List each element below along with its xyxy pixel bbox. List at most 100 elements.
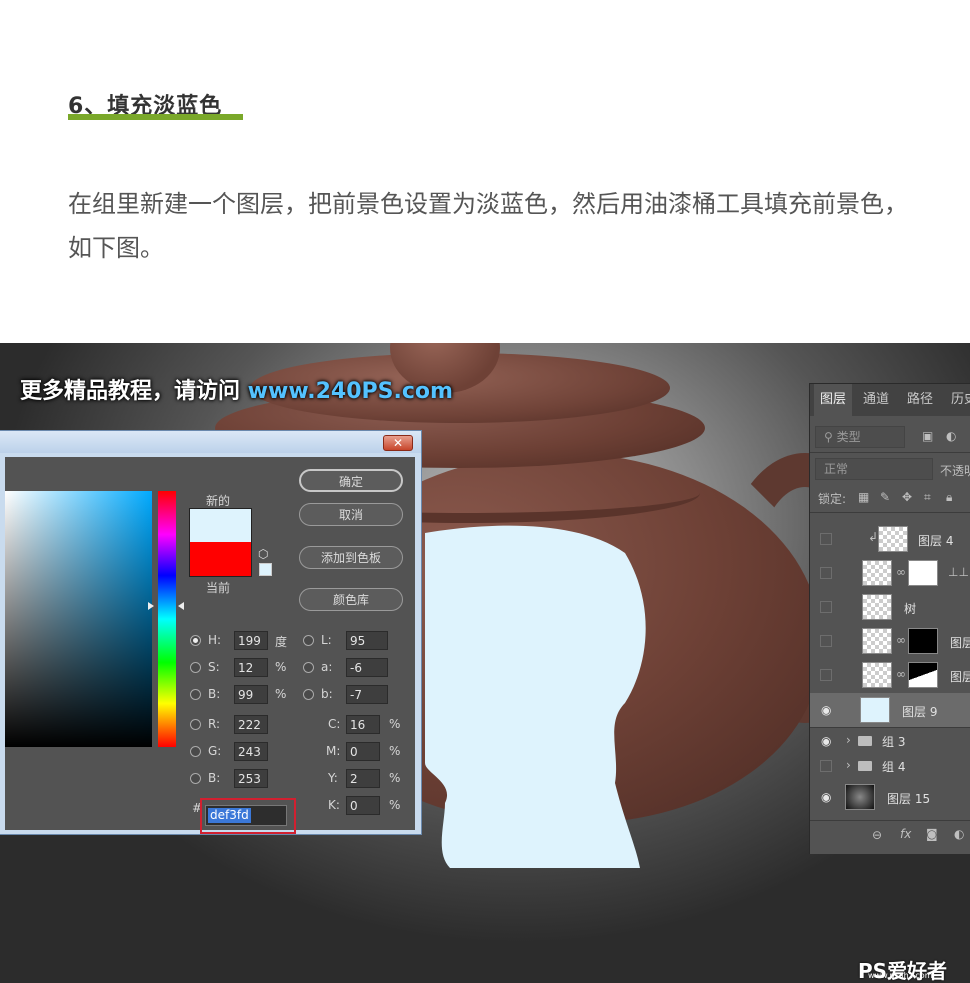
cyan-label: C: — [328, 717, 341, 731]
visibility-toggle[interactable] — [820, 760, 832, 772]
layer-mask-thumbnail — [908, 662, 938, 688]
lock-brush-icon[interactable]: ✎ — [880, 490, 890, 504]
websafe-cube-icon[interactable]: ⬡ — [258, 547, 268, 561]
adjustment-layer-icon[interactable]: ◐ — [954, 827, 964, 841]
visibility-toggle[interactable] — [820, 533, 832, 545]
layer-row[interactable]: ∞ ⊥⊥ — [810, 556, 970, 590]
divider — [810, 820, 970, 821]
chain-link-icon[interactable]: ∞ — [896, 565, 906, 579]
lab-l-input[interactable]: 95 — [346, 631, 388, 650]
close-icon[interactable]: ✕ — [383, 435, 413, 451]
lock-artboard-icon[interactable]: ⌗ — [924, 490, 931, 505]
new-color-label: 新的 — [206, 494, 231, 508]
tab-channels[interactable]: 通道 — [863, 384, 889, 416]
magenta-input[interactable]: 0 — [346, 742, 380, 761]
hex-value[interactable]: def3fd — [208, 808, 251, 823]
chevron-right-icon[interactable]: › — [846, 733, 851, 747]
eye-icon[interactable]: ◉ — [821, 735, 835, 747]
green-radio[interactable] — [190, 746, 201, 757]
opacity-label: 不透明 — [940, 464, 970, 478]
lab-a-radio[interactable] — [303, 662, 314, 673]
layer-row[interactable]: ↲ 图层 4 — [810, 522, 970, 556]
layer-thumbnail — [862, 594, 892, 620]
banner-url[interactable]: www.240PS.com — [248, 379, 453, 404]
yellow-input[interactable]: 2 — [346, 769, 380, 788]
lab-a-input[interactable]: -6 — [346, 658, 388, 677]
link-layers-icon[interactable]: ⊖ — [872, 828, 882, 842]
layer-row-selected[interactable]: ◉ 图层 9 — [810, 693, 970, 727]
brightness-radio[interactable] — [190, 689, 201, 700]
saturation-radio[interactable] — [190, 662, 201, 673]
add-mask-icon[interactable]: ◙ — [926, 827, 938, 841]
add-to-swatches-button[interactable]: 添加到色板 — [299, 546, 403, 569]
chain-link-icon[interactable]: ∞ — [896, 667, 906, 681]
lock-position-icon[interactable]: ✥ — [902, 490, 912, 504]
layer-name[interactable]: 图层 4 — [918, 532, 953, 549]
chain-link-icon[interactable]: ∞ — [896, 633, 906, 647]
layer-name[interactable]: 图层 9 — [902, 703, 937, 720]
color-field[interactable] — [5, 491, 152, 747]
visibility-toggle[interactable] — [820, 669, 832, 681]
layer-name[interactable]: 图层 — [950, 668, 970, 685]
blend-mode-select[interactable]: 正常 — [815, 458, 933, 480]
dialog-titlebar[interactable]: ✕ — [0, 431, 421, 453]
cancel-button[interactable]: 取消 — [299, 503, 403, 526]
lock-all-icon[interactable]: 🔒︎ — [946, 490, 952, 505]
eye-icon[interactable]: ◉ — [821, 704, 835, 716]
layer-mask-thumbnail — [908, 628, 938, 654]
red-radio[interactable] — [190, 719, 201, 730]
lab-b-input[interactable]: -7 — [346, 685, 388, 704]
current-color-swatch[interactable] — [189, 542, 252, 577]
layer-name[interactable]: 图层 15 — [887, 790, 930, 807]
color-picker-dialog: ✕ 新的 当前 ⬡ 确定 取消 添加到色板 颜色库 H: 199 度 S: 12 — [0, 430, 422, 835]
group-row[interactable]: ◉ › 组 3 — [810, 728, 970, 753]
group-name[interactable]: 组 3 — [882, 733, 905, 750]
fx-button[interactable]: fx — [900, 827, 911, 841]
visibility-toggle[interactable] — [820, 601, 832, 613]
filter-image-icon[interactable]: ▣ — [922, 429, 933, 443]
site-watermark-url: www.psahz.com — [868, 971, 933, 980]
hue-input[interactable]: 199 — [234, 631, 268, 650]
layer-name[interactable]: 图层 — [950, 634, 970, 651]
tab-history[interactable]: 历史 — [951, 384, 970, 416]
layer-name[interactable]: 树 — [904, 600, 916, 617]
filter-search-icon: ⚲ — [824, 430, 837, 444]
lab-b-radio[interactable] — [303, 689, 314, 700]
cyan-input[interactable]: 16 — [346, 715, 380, 734]
red-input[interactable]: 222 — [234, 715, 268, 734]
eye-icon[interactable]: ◉ — [821, 791, 835, 803]
tab-paths[interactable]: 路径 — [907, 384, 933, 416]
magenta-unit: % — [389, 744, 401, 758]
blue-input[interactable]: 253 — [234, 769, 268, 788]
current-color-label: 当前 — [206, 581, 231, 595]
lock-transparency-icon[interactable]: ▦ — [858, 490, 869, 504]
hue-radio[interactable] — [190, 635, 201, 646]
green-input[interactable]: 243 — [234, 742, 268, 761]
filter-adjustment-icon[interactable]: ◐ — [946, 429, 956, 443]
lock-label: 锁定: — [818, 492, 847, 506]
group-name[interactable]: 组 4 — [882, 758, 905, 775]
lab-l-radio[interactable] — [303, 635, 314, 646]
filter-kind-select[interactable]: ⚲ 类型 — [815, 426, 905, 448]
hue-slider-right-arrow-icon[interactable] — [178, 602, 184, 610]
color-libraries-button[interactable]: 颜色库 — [299, 588, 403, 611]
websafe-swatch[interactable] — [259, 563, 272, 576]
chevron-right-icon[interactable]: › — [846, 758, 851, 772]
blue-radio[interactable] — [190, 773, 201, 784]
tab-layers[interactable]: 图层 — [814, 384, 853, 416]
black-input[interactable]: 0 — [346, 796, 380, 815]
saturation-input[interactable]: 12 — [234, 658, 268, 677]
visibility-toggle[interactable] — [820, 635, 832, 647]
layer-row[interactable]: 树 — [810, 590, 970, 624]
group-row[interactable]: › 组 4 — [810, 753, 970, 778]
brightness-input[interactable]: 99 — [234, 685, 268, 704]
visibility-toggle[interactable] — [820, 567, 832, 579]
layer-row[interactable]: ◉ 图层 15 — [810, 780, 970, 814]
layer-row[interactable]: ∞ 图层 — [810, 624, 970, 658]
divider — [810, 452, 970, 453]
hue-slider-left-arrow-icon[interactable] — [148, 602, 154, 610]
ok-button[interactable]: 确定 — [299, 469, 403, 492]
hue-slider[interactable] — [158, 491, 176, 747]
layer-row[interactable]: ∞ 图层 — [810, 658, 970, 692]
layers-panel: 图层 通道 路径 历史 ⚲ 类型 ▣ ◐ 正常 不透明 锁定: ▦ ✎ ✥ ⌗ … — [809, 383, 970, 854]
